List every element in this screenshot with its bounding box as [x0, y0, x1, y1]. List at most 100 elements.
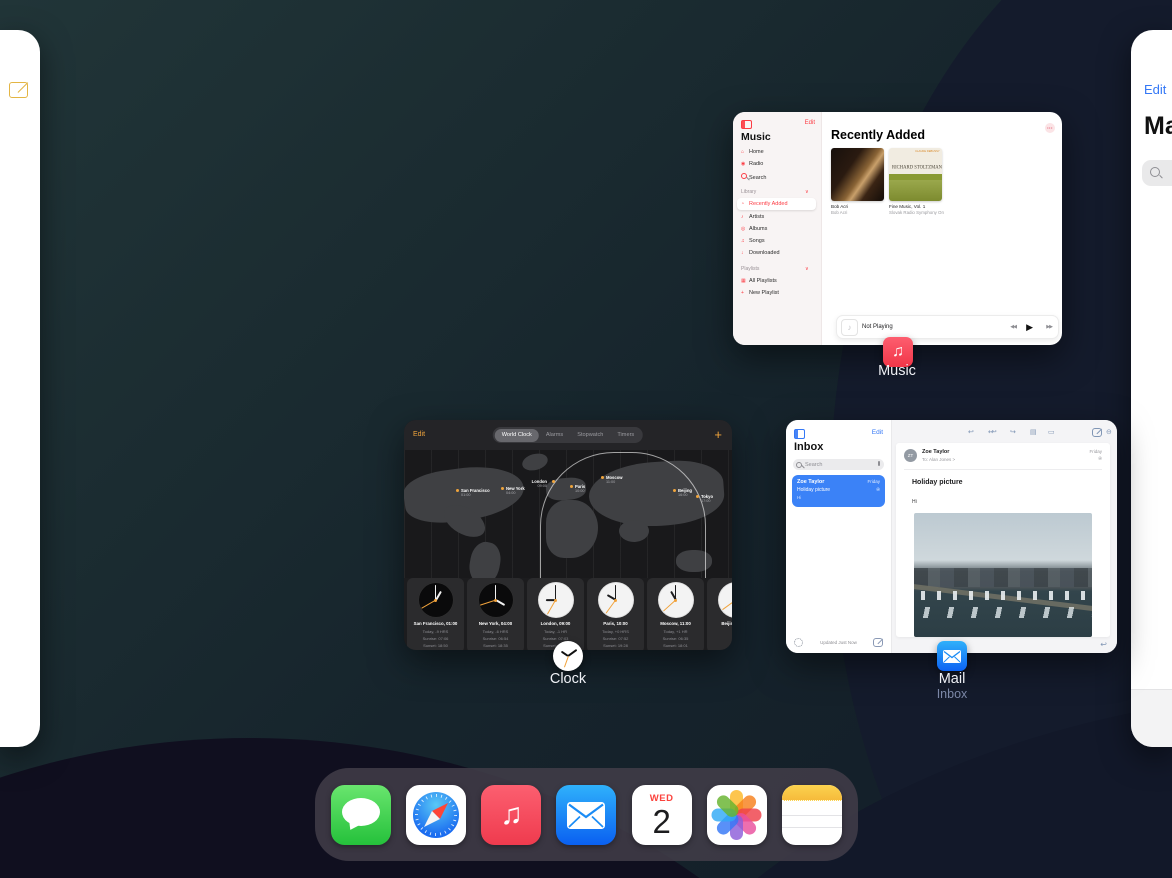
world-clock-cell[interactable]: London, 09:00 Today, -1 HR Sunrise: 07:0…	[527, 578, 584, 650]
mailboxes-search-field[interactable]	[1142, 160, 1172, 186]
sidebar-item-songs[interactable]: ♫Songs	[741, 238, 765, 244]
email-message: ZT Zoe Taylor To: Alan Jones > Friday ✇ …	[896, 443, 1110, 637]
forward-icon[interactable]: ↪	[1010, 428, 1016, 436]
notes-header	[782, 785, 842, 801]
clock-toolbar: Edit World Clock Alarms Stopwatch Timers…	[404, 420, 732, 450]
clock-app-icon[interactable]	[553, 641, 583, 671]
right-peek-card[interactable]: Edit Ma	[1131, 30, 1172, 747]
world-clock-cell[interactable]: San Francisco, 01:00 Today, -9 HRS Sunri…	[407, 578, 464, 650]
sidebar-item-albums[interactable]: ◎Albums	[741, 226, 767, 232]
message-recipient[interactable]: To: Alan Jones >	[922, 457, 955, 462]
mail-message-pane: ↩ ↩↩ ↪ ▤ ▭ ⊖ ZT Zoe Taylor To: Alan Jone…	[892, 420, 1117, 653]
reply-all-icon[interactable]: ↩↩	[988, 428, 994, 436]
clock-tab-bar: World Clock Alarms Stopwatch Timers	[493, 427, 643, 443]
dock-icon-music[interactable]: ♫	[481, 785, 541, 845]
sidebar-toggle-icon[interactable]	[794, 429, 805, 439]
mail-app-card[interactable]: Edit Inbox Search Zoe Taylor Friday Holi…	[786, 420, 1117, 653]
music-app-card[interactable]: Edit Music ⌂Home ◉Radio Search Library∨ …	[733, 112, 1062, 345]
reply-icon[interactable]: ↩	[1100, 640, 1107, 649]
more-button[interactable]: •••	[1045, 123, 1055, 133]
mic-icon[interactable]	[878, 461, 881, 466]
message-subject: Holiday picture	[912, 479, 963, 486]
dock-icon-notes[interactable]	[782, 785, 842, 845]
tab-world-clock[interactable]: World Clock	[495, 429, 539, 442]
map-landmass	[520, 451, 549, 473]
mail-app-label: Mail	[902, 671, 1002, 687]
compass-needle-icon	[406, 785, 466, 845]
dock-icon-safari[interactable]	[406, 785, 466, 845]
album-title[interactable]: Bob Acri	[831, 204, 848, 209]
attachment-photo[interactable]	[914, 513, 1092, 637]
compose-icon[interactable]	[1092, 428, 1102, 437]
tab-alarms[interactable]: Alarms	[539, 429, 570, 442]
album-cover-fine-music[interactable]: CLAUDE DEBUSSY RICHARD STOLTZMAN	[889, 148, 942, 201]
sidebar-item-search[interactable]: Search	[741, 173, 766, 181]
sidebar-item-downloaded[interactable]: ↓Downloaded	[741, 250, 780, 256]
play-button[interactable]: ▶	[1026, 322, 1033, 333]
tab-stopwatch[interactable]: Stopwatch	[570, 429, 610, 442]
folder-icon[interactable]: ▭	[1048, 428, 1055, 436]
mailboxes-title: Ma	[1144, 112, 1172, 141]
world-clock-cell[interactable]: Beijing, 16:00	[707, 578, 732, 650]
grid-icon: ▦	[741, 278, 749, 284]
album-title[interactable]: Fine Music, Vol. 1	[889, 204, 925, 209]
music-edit-button[interactable]: Edit	[805, 120, 815, 126]
add-city-button[interactable]: +	[714, 427, 722, 442]
sidebar-item-radio[interactable]: ◉Radio	[741, 161, 763, 167]
email-date: Friday	[867, 479, 880, 484]
world-clock-cell[interactable]: Moscow, 11:00 Today, +1 HR Sunrise: 06:3…	[647, 578, 704, 650]
player-status: Not Playing	[862, 324, 893, 330]
library-section-header[interactable]: Library∨	[741, 189, 813, 195]
city-dot	[673, 489, 676, 492]
sidebar-item-all-playlists[interactable]: ▦All Playlists	[741, 278, 777, 284]
clock-edit-button[interactable]: Edit	[413, 431, 425, 438]
message-sender: Zoe Taylor	[922, 449, 949, 455]
mail-app-icon[interactable]	[937, 641, 967, 671]
dock-icon-messages[interactable]	[331, 785, 391, 845]
mail-app-sublabel: Inbox	[902, 687, 1002, 701]
playlists-section-header[interactable]: Playlists∨	[741, 266, 813, 272]
fast-forward-button[interactable]: ▶▶	[1046, 324, 1052, 330]
tab-timers[interactable]: Timers	[610, 429, 641, 442]
album-cover-note: CLAUDE DEBUSSY	[915, 150, 940, 153]
sidebar-item-new-playlist[interactable]: +New Playlist	[741, 290, 779, 296]
email-sender: Zoe Taylor	[797, 479, 824, 485]
album-icon: ◎	[741, 226, 749, 232]
album-cover-lower	[889, 180, 942, 201]
avatar: ZT	[904, 449, 917, 462]
clock-app-label: Clock	[518, 671, 618, 687]
compose-icon[interactable]	[873, 638, 883, 647]
divider	[904, 469, 1102, 470]
mail-edit-button[interactable]: Edit	[872, 429, 883, 436]
reply-icon[interactable]: ↩	[968, 428, 974, 436]
sidebar-item-artists[interactable]: ♪Artists	[741, 214, 764, 220]
notes-line	[782, 827, 842, 829]
email-list-item-selected[interactable]: Zoe Taylor Friday Holiday picture ✇ Hi	[792, 475, 885, 507]
music-content-heading: Recently Added	[831, 128, 925, 142]
clock-app-card[interactable]: Edit World Clock Alarms Stopwatch Timers…	[404, 420, 732, 650]
search-icon	[1150, 167, 1160, 177]
rewind-button[interactable]: ◀◀	[1010, 324, 1016, 330]
dock-icon-calendar[interactable]: WED 2	[632, 785, 692, 845]
mini-player[interactable]: ♪ Not Playing ◀◀ ▶ ▶▶	[836, 315, 1059, 339]
album-cover-bob-acri[interactable]	[831, 148, 884, 201]
more-circle-icon[interactable]: ⊖	[1106, 428, 1112, 436]
sidebar-toggle-icon[interactable]	[741, 120, 752, 129]
recent-clock-icon: ◔	[741, 201, 749, 207]
mailboxes-edit-button[interactable]: Edit	[1144, 82, 1166, 97]
dock-icon-photos[interactable]	[707, 785, 767, 845]
archive-icon[interactable]: ▤	[1030, 428, 1037, 436]
clock-icon-second-hand	[563, 656, 568, 668]
map-landmass	[467, 540, 504, 578]
envelope-icon	[937, 641, 967, 671]
sidebar-item-home[interactable]: ⌂Home	[741, 149, 764, 155]
left-peek-card[interactable]	[0, 30, 40, 747]
sidebar-item-recently-added[interactable]: ◔Recently Added	[741, 201, 788, 207]
mail-search-field[interactable]: Search	[793, 459, 884, 470]
message-body: Hi	[912, 499, 917, 505]
dock-icon-mail[interactable]	[556, 785, 616, 845]
world-clock-cell[interactable]: New York, 04:00 Today, -6 HRS Sunrise: 0…	[467, 578, 524, 650]
compose-icon[interactable]	[9, 82, 28, 98]
world-clock-cell[interactable]: Paris, 10:00 Today, +0 HRS Sunrise: 07:5…	[587, 578, 644, 650]
search-placeholder: Search	[805, 462, 822, 468]
